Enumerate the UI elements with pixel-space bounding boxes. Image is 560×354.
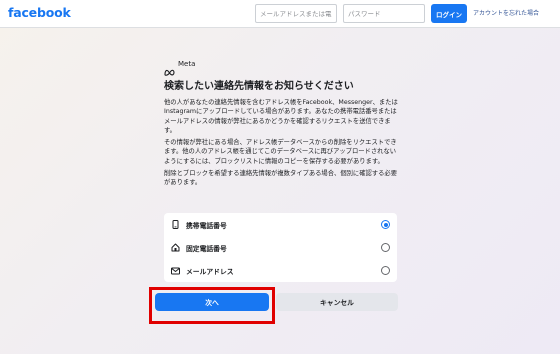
option-home-phone[interactable]: 固定電話番号 (164, 236, 397, 259)
option-email[interactable]: メールアドレス (164, 259, 397, 282)
top-navigation-bar: facebook ログイン アカウントを忘れた場合 (0, 0, 560, 28)
option-mobile-phone[interactable]: 携帯電話番号 (164, 213, 397, 236)
contact-type-options: 携帯電話番号 固定電話番号 メールアドレス (164, 213, 397, 282)
page-title: 検索したい連絡先情報をお知らせください (164, 81, 354, 92)
radio-button[interactable] (381, 266, 390, 275)
description-paragraph: 他の人があなたの連絡先情報を含むアドレス帳をFacebook、Messenger… (164, 99, 398, 134)
home-phone-icon (171, 243, 180, 252)
option-label: 携帯電話番号 (186, 221, 227, 230)
radio-button[interactable] (381, 220, 390, 229)
email-or-phone-input[interactable] (255, 4, 337, 23)
option-label: 固定電話番号 (186, 244, 227, 253)
next-button[interactable]: 次へ (155, 293, 269, 311)
facebook-logo[interactable]: facebook (8, 5, 71, 20)
forgot-account-link[interactable]: アカウントを忘れた場合 (473, 8, 539, 17)
meta-brand: Meta (164, 58, 400, 76)
password-input[interactable] (343, 4, 425, 23)
login-button[interactable]: ログイン (431, 4, 467, 23)
meta-logo-icon (164, 61, 175, 76)
radio-button[interactable] (381, 243, 390, 252)
description-paragraph: その情報が弊社にある場合、アドレス帳データベースからの削除をリクエストできます。… (164, 139, 397, 165)
envelope-icon (171, 266, 180, 275)
main-content: Meta 検索したい連絡先情報をお知らせください 他の人があなたの連絡先情報を含… (164, 58, 400, 188)
description-paragraph: 削除とブロックを希望する連絡先情報が複数タイプある場合、個別に確認する必要があり… (164, 170, 397, 187)
option-label: メールアドレス (186, 267, 234, 276)
meta-wordmark: Meta (178, 60, 196, 68)
mobile-phone-icon (171, 220, 180, 229)
cancel-button[interactable]: キャンセル (276, 293, 398, 311)
